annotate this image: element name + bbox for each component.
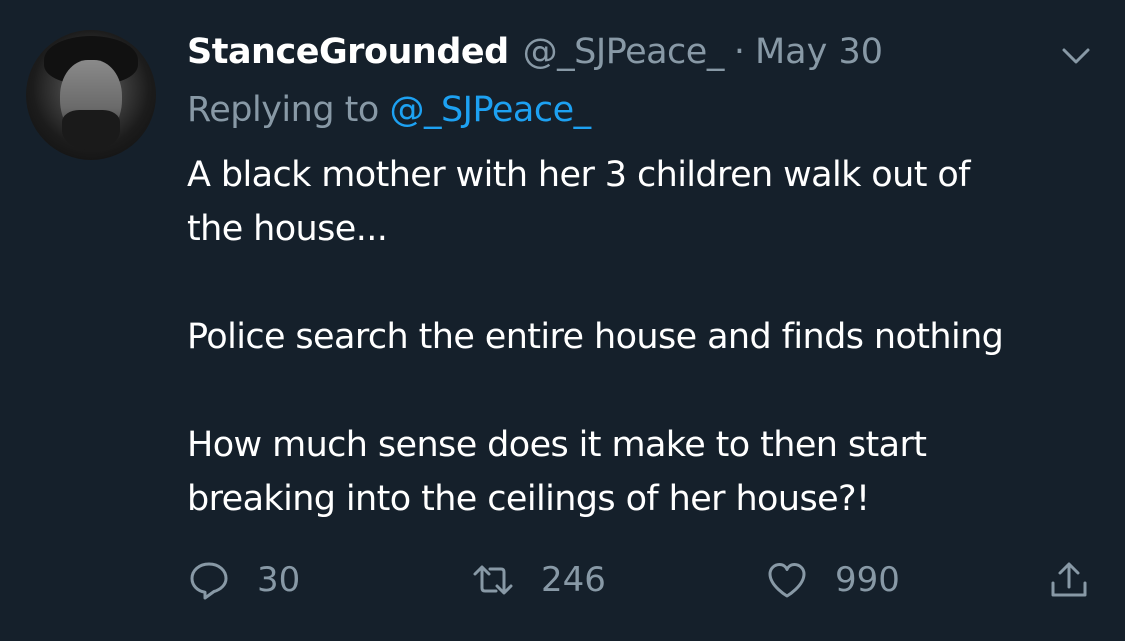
- heart-icon: [768, 563, 806, 598]
- replying-to-label: Replying to: [187, 90, 390, 130]
- reply-button[interactable]: 30: [187, 556, 300, 604]
- reply-count: 30: [257, 560, 301, 600]
- tweet-date[interactable]: May 30: [755, 32, 883, 72]
- retweet-icon: [473, 565, 513, 595]
- tweet-text: A black mother with her 3 children walk …: [187, 148, 1097, 526]
- replying-to-mention[interactable]: @_SJPeace_: [389, 90, 591, 130]
- separator-dot: ·: [733, 32, 745, 72]
- tweet-header: StanceGrounded @_SJPeace_ · May 30: [187, 32, 883, 78]
- author-name[interactable]: StanceGrounded: [187, 32, 509, 72]
- tweet-text-line: A black mother with her 3 children walk …: [187, 155, 970, 195]
- tweet-actions: 30 246 990: [187, 556, 1107, 604]
- share-button[interactable]: [1047, 556, 1091, 604]
- tweet-text-line: How much sense does it make to then star…: [187, 425, 927, 465]
- retweet-count: 246: [541, 560, 606, 600]
- retweet-button[interactable]: 246: [471, 556, 606, 604]
- tweet-text-line: the house...: [187, 209, 388, 249]
- chevron-down-icon[interactable]: [1058, 38, 1094, 74]
- tweet-text-line: Police search the entire house and finds…: [187, 317, 1004, 357]
- share-icon: [1051, 562, 1087, 597]
- like-count: 990: [835, 560, 900, 600]
- reply-icon: [190, 562, 228, 600]
- tweet-text-line: breaking into the ceilings of her house?…: [187, 479, 870, 519]
- replying-to: Replying to @_SJPeace_: [187, 90, 591, 130]
- author-handle[interactable]: @_SJPeace_: [523, 32, 725, 72]
- like-button[interactable]: 990: [765, 556, 900, 604]
- avatar[interactable]: [26, 30, 156, 160]
